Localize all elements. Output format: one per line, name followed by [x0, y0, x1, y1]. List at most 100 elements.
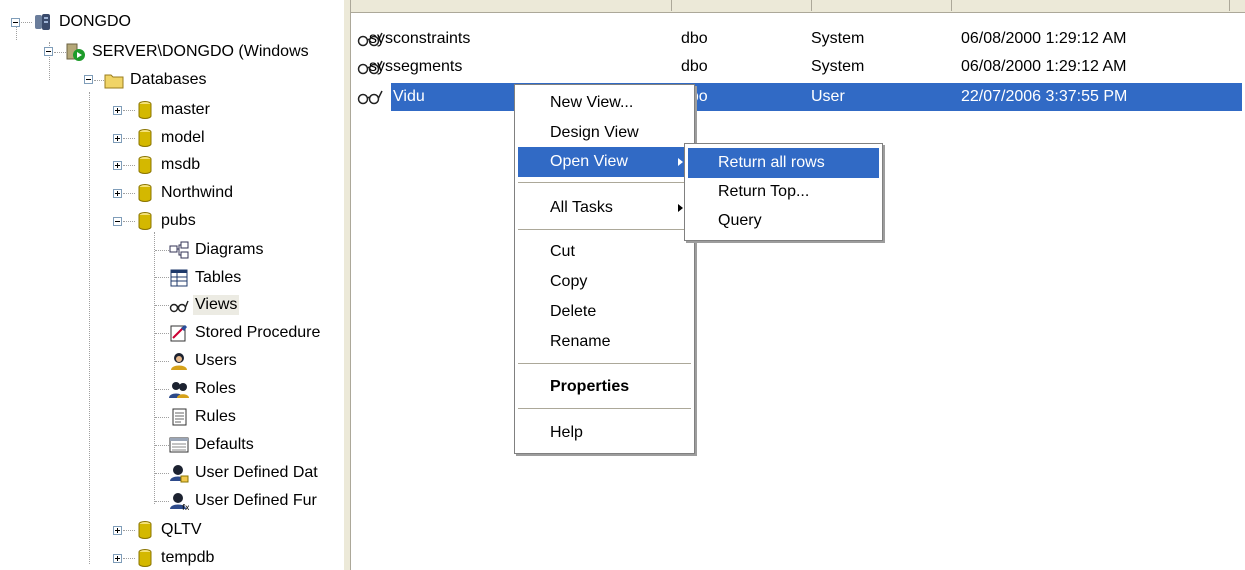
menu-separator — [518, 182, 691, 183]
tree-node-defaults[interactable]: Defaults — [169, 433, 256, 457]
database-icon — [135, 155, 155, 175]
column-divider[interactable] — [811, 0, 812, 11]
expand-northwind-toggle[interactable] — [113, 189, 122, 198]
tree-node-user-defined-data-types[interactable]: User Defined Dat — [169, 461, 320, 485]
stored-procedure-icon — [169, 323, 189, 343]
glasses-icon — [169, 295, 189, 315]
tree-node-msdb[interactable]: msdb — [135, 153, 202, 177]
menu-separator — [518, 229, 691, 230]
database-icon — [135, 211, 155, 231]
collapse-databases-toggle[interactable] — [84, 75, 93, 84]
expand-qltv-toggle[interactable] — [113, 526, 122, 535]
table-icon — [169, 268, 189, 288]
tree-node-roles[interactable]: Roles — [169, 377, 238, 401]
tree-node-northwind[interactable]: Northwind — [135, 181, 235, 205]
view-owner: dbo — [681, 30, 708, 47]
server-running-icon — [66, 42, 86, 62]
tree-node-pubs[interactable]: pubs — [135, 209, 198, 233]
tree-label-users: Users — [195, 352, 237, 369]
pane-splitter[interactable] — [343, 0, 351, 570]
column-divider[interactable] — [1229, 0, 1230, 11]
tree-label-msdb: msdb — [161, 156, 201, 173]
list-row-selected[interactable]: Vidu dbo User 22/07/2006 3:37:55 PM — [351, 83, 1245, 111]
collapse-root-toggle[interactable] — [11, 18, 20, 27]
tree-node-qltv[interactable]: QLTV — [135, 518, 204, 542]
menu-item-label: Copy — [550, 273, 588, 290]
tree-node-master[interactable]: master — [135, 98, 212, 122]
tree-label-northwind: Northwind — [161, 184, 234, 201]
menu-item-label: Return Top... — [718, 183, 810, 200]
tree-label-server: SERVER\DONGDO (Windows — [92, 43, 309, 60]
tree-node-user-defined-functions[interactable]: fx User Defined Fur — [169, 489, 319, 513]
tree-label-diagrams: Diagrams — [195, 241, 264, 258]
list-row[interactable]: sysconstraints dbo System 06/08/2000 1:2… — [351, 25, 1245, 53]
column-divider[interactable] — [671, 0, 672, 11]
tree-node-rules[interactable]: Rules — [169, 405, 238, 429]
menu-item-label: Delete — [550, 303, 597, 320]
menu-item-label: Properties — [550, 378, 630, 395]
view-name: sysconstraints — [369, 30, 471, 47]
folder-icon — [104, 70, 124, 90]
menu-item-query[interactable]: Query — [688, 206, 879, 236]
tree-pane[interactable]: DONGDO SERVER\DONGDO (Windows Databases … — [0, 0, 343, 570]
tree-label-rules: Rules — [195, 408, 236, 425]
menu-item-properties[interactable]: Properties — [518, 372, 691, 402]
column-header-bar[interactable] — [351, 0, 1245, 13]
submenu-arrow-icon — [678, 158, 683, 166]
view-owner: dbo — [681, 58, 708, 75]
column-divider[interactable] — [951, 0, 952, 11]
expand-msdb-toggle[interactable] — [113, 161, 122, 170]
menu-item-rename[interactable]: Rename — [518, 327, 691, 357]
tree-node-server[interactable]: SERVER\DONGDO (Windows — [66, 40, 311, 64]
menu-item-return-all-rows[interactable]: Return all rows — [688, 148, 879, 178]
menu-item-help[interactable]: Help — [518, 418, 691, 448]
tree-node-views[interactable]: Views — [169, 293, 240, 317]
tree-label-user-defined-functions: User Defined Fur — [195, 492, 317, 509]
menu-item-all-tasks[interactable]: All Tasks — [518, 193, 691, 223]
view-created: 06/08/2000 1:29:12 AM — [961, 58, 1127, 75]
menu-item-new-view[interactable]: New View... — [518, 88, 691, 118]
tree-label-user-defined-data-types: User Defined Dat — [195, 464, 318, 481]
menu-item-design-view[interactable]: Design View — [518, 118, 691, 148]
tree-node-diagrams[interactable]: Diagrams — [169, 238, 265, 262]
tree-node-tables[interactable]: Tables — [169, 266, 243, 290]
view-type: System — [811, 30, 865, 47]
tree-label-views: Views — [193, 295, 240, 315]
expand-tempdb-toggle[interactable] — [113, 554, 122, 563]
tree-label-databases: Databases — [130, 71, 207, 88]
view-icon — [357, 90, 383, 105]
defaults-icon — [169, 435, 189, 455]
menu-item-copy[interactable]: Copy — [518, 267, 691, 297]
views-list[interactable]: sysconstraints dbo System 06/08/2000 1:2… — [351, 0, 1245, 570]
database-icon — [135, 520, 155, 540]
menu-item-label: Help — [550, 424, 583, 441]
menu-item-delete[interactable]: Delete — [518, 297, 691, 327]
menu-item-return-top[interactable]: Return Top... — [688, 177, 879, 207]
tree-node-databases[interactable]: Databases — [104, 68, 209, 92]
menu-item-label: Cut — [550, 243, 575, 260]
rules-icon — [169, 407, 189, 427]
expand-master-toggle[interactable] — [113, 106, 122, 115]
tree-label-tempdb: tempdb — [161, 549, 215, 566]
list-row[interactable]: syssegments dbo System 06/08/2000 1:29:1… — [351, 53, 1245, 81]
tree-node-stored-procedures[interactable]: Stored Procedure — [169, 321, 322, 345]
expand-model-toggle[interactable] — [113, 134, 122, 143]
menu-item-cut[interactable]: Cut — [518, 237, 691, 267]
collapse-pubs-toggle[interactable] — [113, 217, 122, 226]
tree-node-model[interactable]: model — [135, 126, 207, 150]
open-view-submenu: Return all rows Return Top... Query — [684, 143, 883, 241]
tree-label-qltv: QLTV — [161, 521, 202, 538]
tree-node-tempdb[interactable]: tempdb — [135, 546, 216, 570]
tree-node-users[interactable]: Users — [169, 349, 239, 373]
view-created: 06/08/2000 1:29:12 AM — [961, 30, 1127, 47]
user-defined-type-icon — [169, 463, 189, 483]
tree-label-root: DONGDO — [59, 13, 131, 30]
menu-item-label: Return all rows — [718, 154, 825, 171]
database-icon — [135, 100, 155, 120]
menu-item-label: New View... — [550, 94, 634, 111]
tree-node-root[interactable]: DONGDO — [33, 10, 133, 34]
tree-label-tables: Tables — [195, 269, 242, 286]
menu-item-open-view[interactable]: Open View — [518, 147, 691, 177]
menu-separator — [518, 408, 691, 409]
collapse-server-toggle[interactable] — [44, 47, 53, 56]
